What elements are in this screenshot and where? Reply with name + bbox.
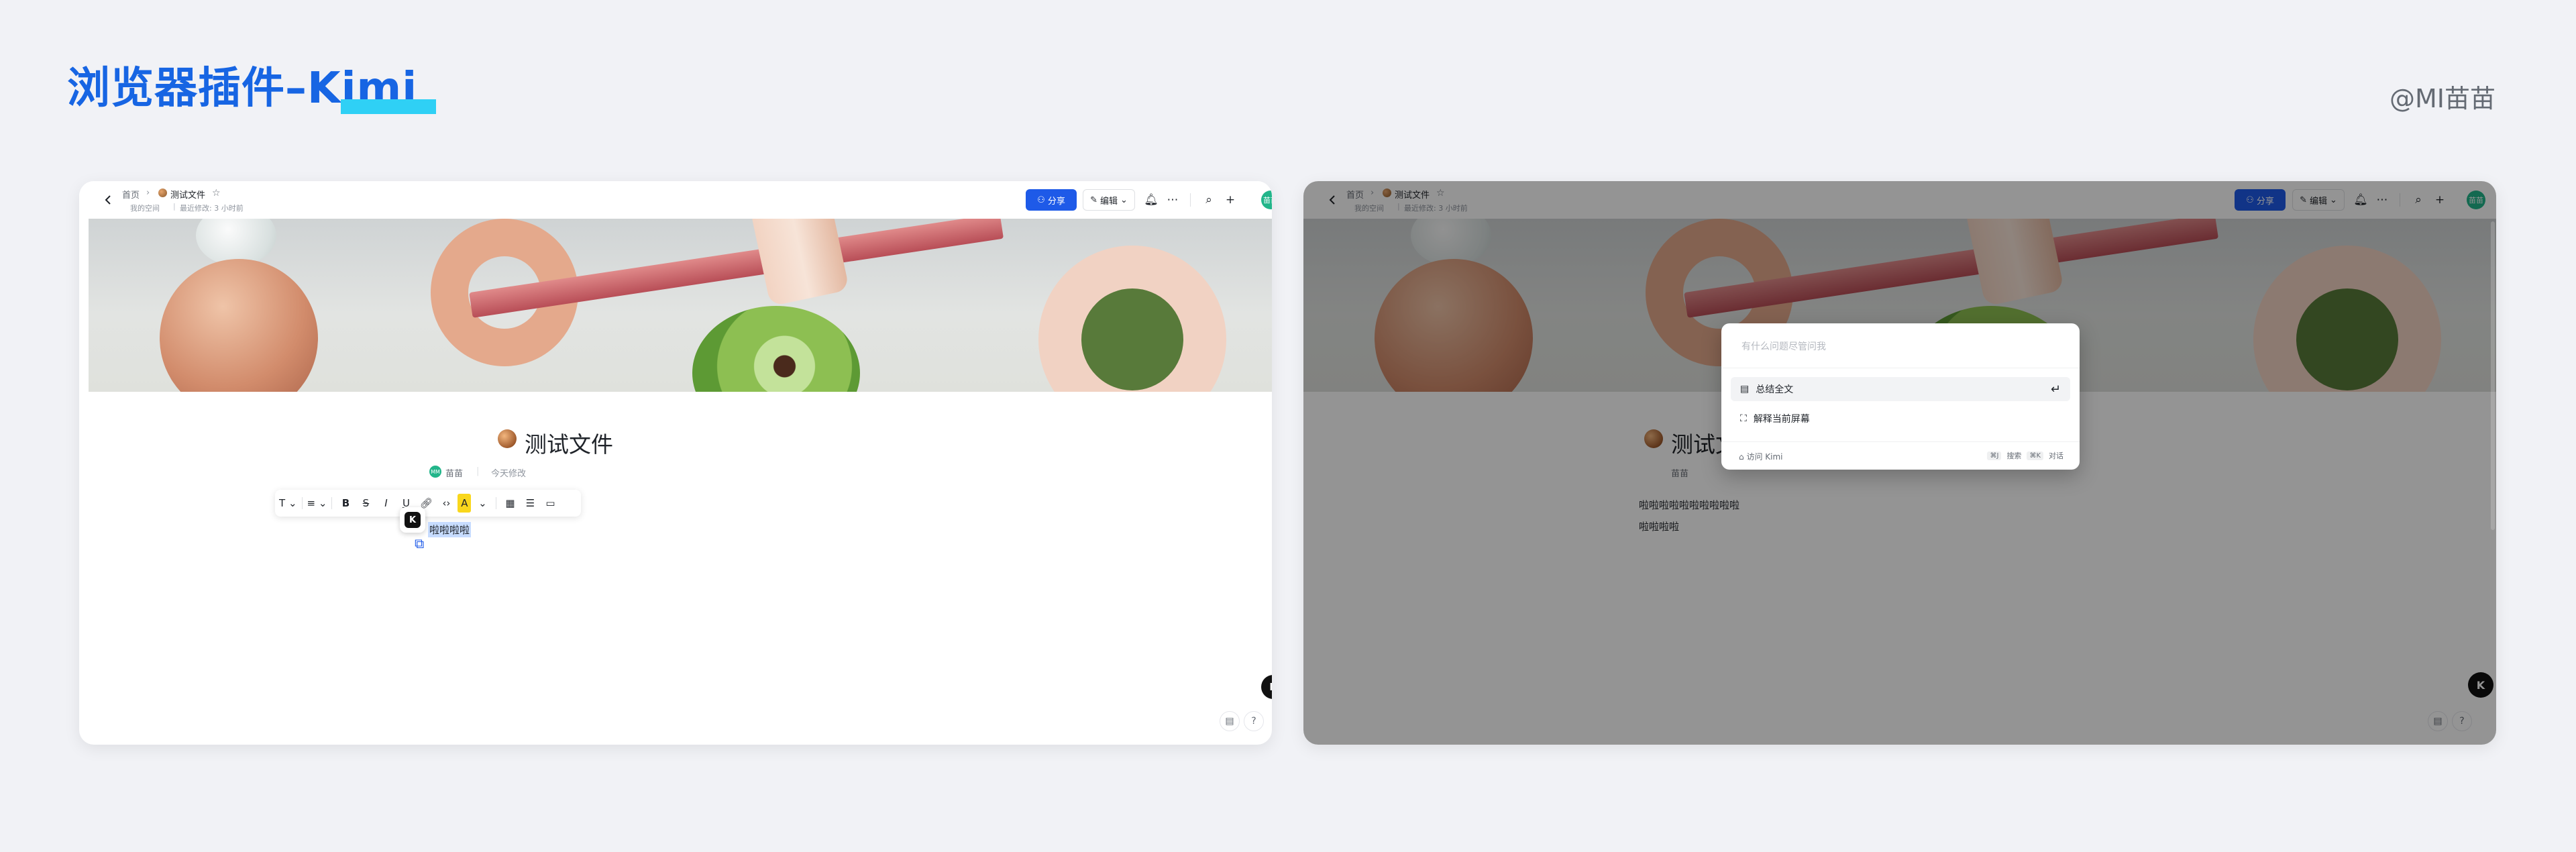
back-arrow-icon[interactable] [102, 193, 115, 207]
text-style-button[interactable]: T ⌄ [279, 494, 297, 513]
kimi-logo-icon: K [405, 512, 421, 528]
cover-image [89, 219, 1272, 392]
breadcrumb-doc[interactable]: 测试文件 [170, 188, 205, 201]
strike-button[interactable]: S [357, 494, 374, 513]
edit-label: 编辑 [1099, 196, 1118, 207]
list-icon[interactable]: ☰ [521, 494, 539, 513]
summarize-label: 总结全文 [1756, 384, 1794, 395]
chevron-down-icon: ⌄ [1120, 195, 1128, 205]
share-button[interactable]: ⚇ 分享 [1026, 189, 1077, 211]
chat-shortcut-key: ⌘K [2027, 451, 2043, 460]
owner-name[interactable]: 苗苗 [445, 466, 463, 479]
author-label: @MI苗苗 [2390, 84, 2496, 113]
comment-icon[interactable]: ▭ [541, 494, 559, 513]
kimi-floating-button[interactable]: K [400, 507, 425, 533]
search-icon[interactable]: ⌕ [1199, 191, 1218, 209]
edit-button[interactable]: ✎ 编辑 ⌄ [1083, 189, 1135, 211]
align-button[interactable]: ≡ ⌄ [307, 494, 327, 513]
doc-topbar: 首页 › 测试文件 ☆ 我的空间 | 最近修改: 3 小时前 ⚇ 分享 ✎ 编辑 ⌄ … [79, 181, 1272, 219]
scrollbar[interactable] [2491, 221, 2495, 530]
grid-icon[interactable]: ▦ [501, 494, 519, 513]
selected-text[interactable]: 啦啦啦啦 [428, 522, 472, 537]
breadcrumb-home[interactable]: 首页 [122, 188, 140, 201]
toolbar-divider [1190, 193, 1191, 207]
explain-screen-label: 解释当前屏幕 [1753, 414, 1810, 425]
title-underline [341, 99, 436, 114]
chat-shortcut-label: 对话 [2049, 451, 2063, 460]
kimi-sidebar-button[interactable]: K [1261, 675, 1272, 699]
share-icon: ⚇ [1037, 195, 1045, 205]
meta-separator: | [476, 466, 480, 476]
chevron-down-icon[interactable]: ⌄ [474, 494, 491, 513]
location-separator: | [173, 202, 176, 211]
doc-emoji-icon [158, 189, 167, 197]
search-shortcut-label: 搜索 [2006, 451, 2022, 460]
doc-window-left: 首页 › 测试文件 ☆ 我的空间 | 最近修改: 3 小时前 ⚇ 分享 ✎ 编辑 ⌄ … [79, 181, 1272, 745]
user-avatar[interactable]: 苗苗 [1261, 191, 1272, 209]
doc-title-emoji-icon [498, 429, 517, 448]
highlight-button[interactable]: A [458, 494, 472, 513]
star-icon[interactable]: ☆ [212, 188, 221, 199]
owner-avatar: MM [429, 466, 441, 478]
search-shortcut-key: ⌘J [1987, 451, 2002, 460]
more-icon[interactable]: ⋯ [1163, 191, 1182, 209]
location-label[interactable]: 我的空间 [130, 203, 160, 213]
summarize-action[interactable]: ▤ 总结全文 ↵ [1731, 377, 2070, 401]
explain-screen-action[interactable]: ⛶ 解释当前屏幕 [1731, 407, 2070, 431]
enter-key-icon: ↵ [2050, 382, 2061, 396]
help-icon[interactable]: ? [1244, 711, 1264, 731]
document-icon: ▤ [1740, 384, 1750, 394]
format-toolbar: T ⌄ ≡ ⌄ B S I U 🔗︎ ‹› A ⌄ ▦ ☰ ▭ [275, 490, 581, 517]
screenshot-icon: ⛶ [1740, 413, 1747, 424]
kimi-question-input[interactable]: 有什么问题尽管问我 [1741, 339, 1826, 353]
doc-title[interactable]: 测试文件 [525, 427, 613, 459]
visit-kimi-link[interactable]: ⌂ 访问 Kimi [1739, 451, 1782, 462]
plus-icon[interactable]: + [1221, 191, 1240, 209]
bell-icon[interactable]: 🔔︎ [1142, 191, 1161, 209]
doc-window-right: 首页 › 测试文件 ☆ 我的空间 | 最近修改: 3 小时前 ⚇ 分享 ✎ 编辑 ⌄ … [1303, 181, 2496, 745]
modified-date: 今天修改 [491, 469, 527, 479]
pen-icon: ✎ [1090, 195, 1097, 205]
outline-icon[interactable]: ▤ [1220, 711, 1240, 731]
drag-cursor-icon: ⧉ [415, 535, 425, 551]
kimi-dialog: 有什么问题尽管问我 ▤ 总结全文 ↵ ⛶ 解释当前屏幕 ⌂ 访问 Kimi ⌘J… [1721, 323, 2080, 470]
last-modified: 最近修改: 3 小时前 [180, 204, 244, 213]
share-label: 分享 [1047, 196, 1065, 207]
breadcrumb-separator: › [146, 188, 150, 198]
code-icon[interactable]: ‹› [437, 494, 455, 513]
dialog-footer: ⌂ 访问 Kimi ⌘J 搜索 ⌘K 对话 [1721, 441, 2080, 470]
bold-button[interactable]: B [337, 494, 354, 513]
italic-button[interactable]: I [377, 494, 394, 513]
